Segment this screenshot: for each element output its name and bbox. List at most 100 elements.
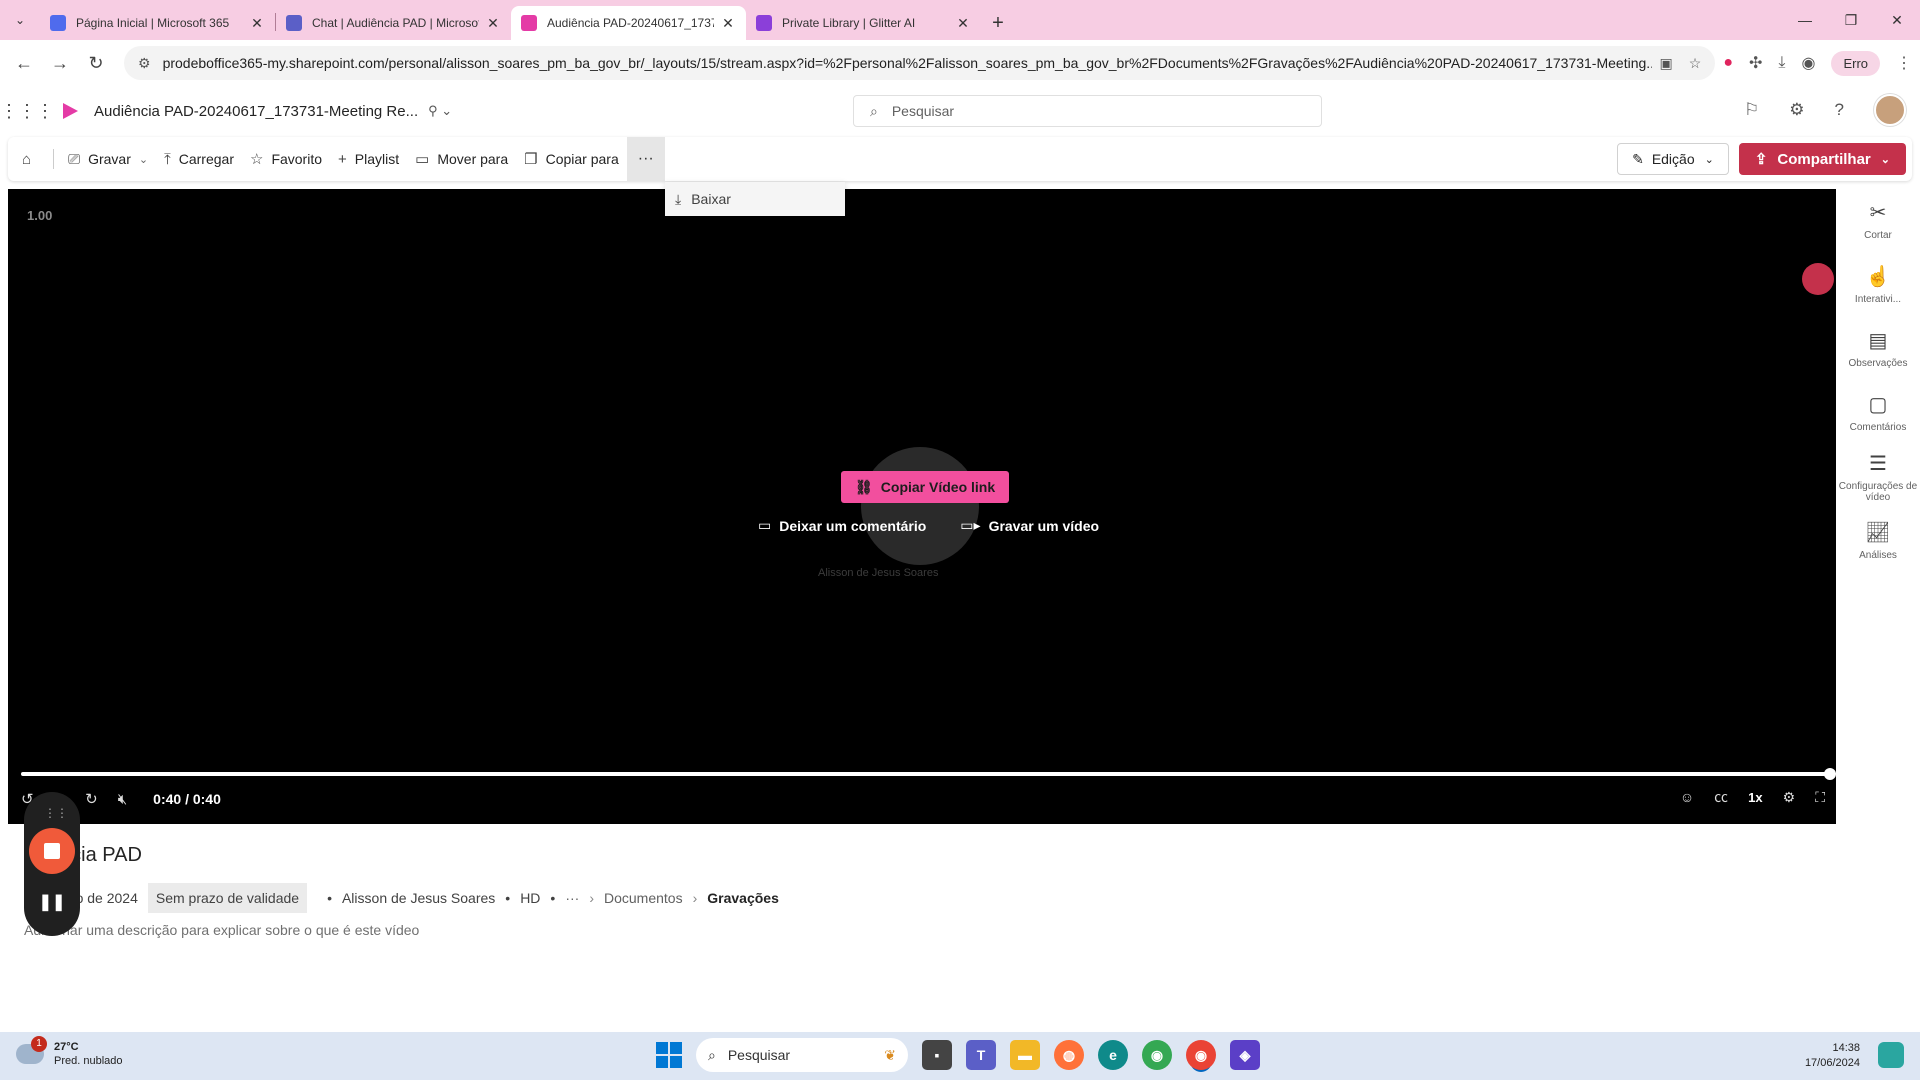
player-settings-icon[interactable]: ⚙ <box>1783 789 1796 806</box>
home-button[interactable]: ⌂ <box>14 137 47 181</box>
browser-menu-icon[interactable]: ⋮ <box>1896 53 1912 73</box>
download-icon[interactable]: ⤓ <box>1778 54 1785 72</box>
url-input[interactable]: ⚙ prodeboffice365-my.sharepoint.com/pers… <box>124 46 1716 80</box>
temperature: 27°C <box>54 1041 79 1053</box>
tab-close-icon[interactable]: ✕ <box>249 15 265 32</box>
leave-comment-button[interactable]: ▭ Deixar um comentário <box>758 517 926 534</box>
recorder-extension-icon[interactable]: ● <box>1723 54 1733 72</box>
copy-icon: ❐ <box>524 151 538 168</box>
profile-avatar-icon[interactable]: ◉ <box>1801 53 1815 73</box>
retention-badge[interactable]: Sem prazo de validade <box>147 883 308 913</box>
minimize-icon[interactable]: — <box>1782 0 1828 40</box>
firefox-icon[interactable]: ◍ <box>1054 1040 1084 1070</box>
weather-widget[interactable]: 1 27°C Pred. nublado <box>16 1036 123 1068</box>
m365-favicon-icon <box>50 15 66 31</box>
playlist-label: Playlist <box>354 151 400 167</box>
share-label: Compartilhar <box>1777 150 1871 168</box>
extensions-puzzle-icon[interactable]: ✣ <box>1749 53 1762 73</box>
video-player[interactable]: 1.00 Alisson de Jesus Soares ⛓ Copiar Ví… <box>8 189 1836 824</box>
drag-handle-icon[interactable]: ⋮⋮ <box>44 806 68 820</box>
tab-search-icon[interactable]: ⌄ <box>0 0 40 40</box>
fullscreen-icon[interactable]: ⛶ <box>1815 789 1825 806</box>
breadcrumb-documents[interactable]: Documentos <box>604 890 683 906</box>
rail-item-interactivity[interactable]: ☝ Interativi... <box>1836 253 1920 317</box>
rail-item-video-settings[interactable]: ☰ Configurações de vídeo <box>1836 445 1920 509</box>
back-icon[interactable]: ← <box>8 47 40 79</box>
recording-indicator[interactable] <box>1802 263 1834 295</box>
rail-item-analytics[interactable]: 📈︎ Análises <box>1836 509 1920 573</box>
breadcrumb-more[interactable]: ··· <box>565 890 579 906</box>
file-explorer-icon[interactable]: ▬ <box>1010 1040 1040 1070</box>
captions-icon[interactable]: ㏄ <box>1714 787 1728 807</box>
new-tab-button[interactable]: + <box>981 6 1015 40</box>
record-button[interactable]: ⎚ Gravar ⌄ <box>60 137 156 181</box>
mute-icon[interactable]: 🔇︎ <box>118 791 127 808</box>
browser-tab-stream[interactable]: Audiência PAD-20240617_173731-Meeting Re… <box>511 6 746 40</box>
tab-close-icon[interactable]: ✕ <box>955 15 971 32</box>
chrome-active-icon[interactable]: ◉ <box>1186 1040 1216 1070</box>
upload-button[interactable]: ⤒ Carregar <box>156 137 242 181</box>
record-video-button[interactable]: ▭▸ Gravar um vídeo <box>960 517 1099 534</box>
taskbar-search[interactable]: ⌕ Pesquisar ❦ <box>696 1038 908 1072</box>
task-view-icon[interactable]: ▪ <box>922 1040 952 1070</box>
copy-to-button[interactable]: ❐ Copiar para <box>516 137 627 181</box>
search-input[interactable]: ⌕ Pesquisar <box>853 95 1322 127</box>
bookmark-star-icon[interactable]: ☆ <box>1689 55 1702 72</box>
more-options-button[interactable]: ··· <box>626 137 665 181</box>
close-window-icon[interactable]: ✕ <box>1874 0 1920 40</box>
seek-bar[interactable] <box>21 768 1836 780</box>
profile-error-pill[interactable]: Erro <box>1831 50 1880 76</box>
browser-tab-teams[interactable]: Chat | Audiência PAD | Microsoft Teams ✕ <box>276 6 511 40</box>
rail-item-trim[interactable]: ✂ Cortar <box>1836 189 1920 253</box>
glitter-favicon-icon <box>756 15 772 31</box>
rail-label: Análises <box>1859 550 1897 562</box>
stop-recording-button[interactable] <box>29 828 75 874</box>
reload-icon[interactable]: ↻ <box>80 47 112 79</box>
video-description[interactable]: Adicionar uma descrição para explicar so… <box>24 922 419 938</box>
browser-tab-m365[interactable]: Página Inicial | Microsoft 365 ✕ <box>40 6 275 40</box>
system-clock[interactable]: 14:38 17/06/2024 <box>1805 1041 1860 1071</box>
edit-mode-button[interactable]: ✎ Edição ⌄ <box>1617 143 1729 175</box>
site-info-icon[interactable]: ⚙ <box>138 55 151 72</box>
playback-speed-button[interactable]: 1x <box>1748 790 1762 805</box>
seek-handle[interactable] <box>1824 768 1836 780</box>
feedback-icon[interactable]: ⚐ <box>1744 100 1759 120</box>
restore-icon[interactable]: ❐ <box>1828 0 1874 40</box>
help-icon[interactable]: ? <box>1835 100 1844 120</box>
browser-tab-glitter[interactable]: Private Library | Glitter AI ✕ <box>746 6 981 40</box>
leave-comment-label: Deixar um comentário <box>779 517 927 534</box>
breadcrumb-recordings[interactable]: Gravações <box>707 890 779 906</box>
pause-recording-button[interactable]: ❚❚ <box>24 892 80 912</box>
notes-icon: ▤ <box>1868 330 1888 353</box>
copilot-icon[interactable] <box>1878 1042 1904 1068</box>
settings-gear-icon[interactable]: ⚙ <box>1789 100 1804 120</box>
chrome-icon[interactable]: ◉ <box>1142 1040 1172 1070</box>
playlist-button[interactable]: + Playlist <box>330 137 407 181</box>
stream-logo-icon[interactable] <box>60 101 80 121</box>
document-title[interactable]: Audiência PAD-20240617_173731-Meeting Re… <box>94 103 418 120</box>
forward-icon[interactable]: → <box>44 47 76 79</box>
user-avatar[interactable] <box>1874 94 1906 126</box>
clipboard-icon[interactable]: ▣ <box>1660 55 1673 72</box>
move-to-button[interactable]: ▭ Mover para <box>407 137 516 181</box>
app-launcher-icon[interactable]: ⋮⋮⋮ <box>0 101 54 122</box>
url-actions: ▣ ☆ <box>1660 55 1702 72</box>
rail-item-notes[interactable]: ▤ Observações <box>1836 317 1920 381</box>
transcript-speaker-icon[interactable]: ☺ <box>1680 789 1694 805</box>
chevron-down-icon: ⌄ <box>1880 153 1890 166</box>
app-icon[interactable]: ◈ <box>1230 1040 1260 1070</box>
teams-icon[interactable]: T <box>966 1040 996 1070</box>
forward-10-icon[interactable]: ↻ <box>85 790 98 808</box>
windows-start-icon[interactable] <box>656 1042 682 1068</box>
title-options-icon[interactable]: ⚲ ⌄ <box>428 103 452 119</box>
video-owner[interactable]: Alisson de Jesus Soares <box>342 890 495 906</box>
rail-item-comments[interactable]: ▢ Comentários <box>1836 381 1920 445</box>
favorite-button[interactable]: ☆ Favorito <box>242 137 330 181</box>
download-menu-item[interactable]: ⤓ Baixar <box>665 182 845 216</box>
tab-close-icon[interactable]: ✕ <box>720 15 736 32</box>
share-button[interactable]: ⇪ Compartilhar ⌄ <box>1738 143 1906 175</box>
copy-video-link-button[interactable]: ⛓ Copiar Vídeo link <box>841 471 1010 503</box>
screen-recorder-widget[interactable]: ⋮⋮ ❚❚ <box>24 792 80 936</box>
edge-icon[interactable]: e <box>1098 1040 1128 1070</box>
tab-close-icon[interactable]: ✕ <box>485 15 501 32</box>
